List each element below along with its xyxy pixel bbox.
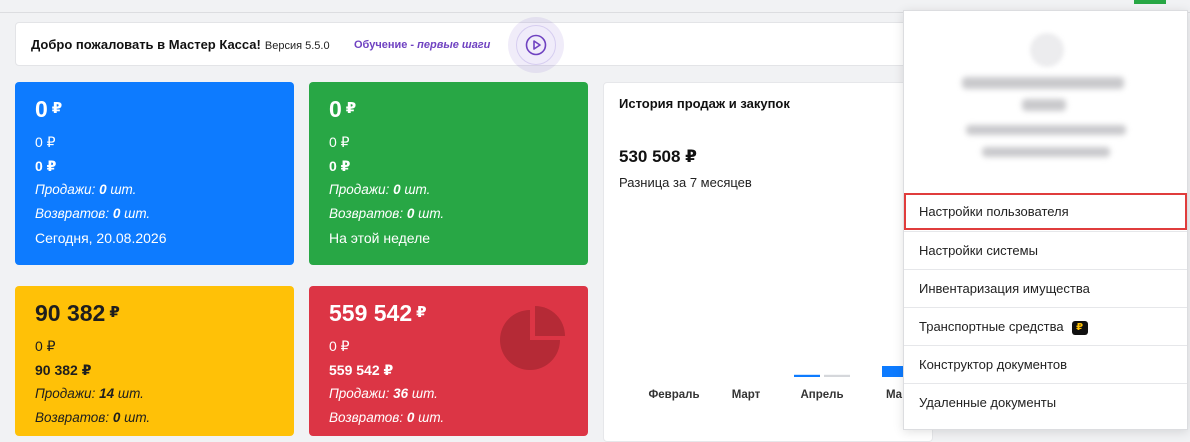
chart-subtitle: Разница за 7 месяцев <box>619 175 752 190</box>
chart-plot: Февраль Март Апрель Ма <box>648 366 908 401</box>
menu-item-vehicles[interactable]: Транспортные средства ₽ <box>904 307 1187 344</box>
stat-card-total[interactable]: 559 542 ₽ 0 ₽ 559 542 ₽ Продажи: 36 шт. В… <box>309 286 588 436</box>
menu-item-system-settings[interactable]: Настройки системы <box>904 231 1187 268</box>
card-period: На этой неделе <box>329 230 431 246</box>
sales-count: Продажи: 0 шт. <box>329 182 431 197</box>
stat-card-today[interactable]: 0 ₽ 0 ₽ 0 ₽ Продажи: 0 шт. Возвратов: 0 ш… <box>15 82 294 265</box>
card-amount: 0 <box>329 96 342 122</box>
chart-bar <box>794 374 820 377</box>
chart-bar <box>824 374 850 377</box>
version-label: Версия 5.5.0 <box>264 40 330 52</box>
card-line: 0 ₽ <box>35 338 56 354</box>
card-amount: 0 <box>35 96 48 122</box>
welcome-bar: Добро пожаловать в Мастер Касса! Версия 5… <box>15 17 935 73</box>
card-line: 0 ₽ <box>35 134 56 150</box>
returns-count: Возвратов: 0 шт. <box>329 410 445 425</box>
x-tick-label: Март <box>732 389 761 401</box>
sales-history-chart: История продаж и закупок 530 508 ₽ Разни… <box>603 82 933 442</box>
user-avatar <box>1030 33 1064 67</box>
menu-item-inventory[interactable]: Инвентаризация имущества <box>904 269 1187 306</box>
returns-count: Возвратов: 0 шт. <box>329 206 445 221</box>
sales-count: Продажи: 14 шт. <box>35 386 144 401</box>
blurred-user-info <box>982 147 1110 157</box>
menu-item-deleted-docs[interactable]: Удаленные документы <box>904 383 1187 420</box>
card-line-bold: 0 ₽ <box>329 158 351 174</box>
pie-chart-icon <box>500 306 565 370</box>
blurred-user-name <box>962 77 1124 89</box>
card-period: Сегодня, 20.08.2026 <box>35 230 167 246</box>
sales-count: Продажи: 36 шт. <box>329 386 438 401</box>
card-amount: 559 542 <box>329 300 413 326</box>
x-tick-label: Апрель <box>800 389 843 401</box>
menu-item-user-settings[interactable]: Настройки пользователя <box>904 193 1187 230</box>
welcome-title: Добро пожаловать в Мастер Касса! Версия 5… <box>31 37 330 52</box>
chart-title: История продаж и закупок <box>619 96 790 111</box>
card-line-bold: 90 382 ₽ <box>35 362 92 378</box>
user-menu-toggle[interactable] <box>1134 0 1166 4</box>
card-line: 0 ₽ <box>329 338 350 354</box>
stat-card-month[interactable]: 90 382 ₽ 0 ₽ 90 382 ₽ Продажи: 14 шт. Воз… <box>15 286 294 436</box>
x-tick-label: Ма <box>886 389 903 401</box>
returns-count: Возвратов: 0 шт. <box>35 206 151 221</box>
card-line: 0 ₽ <box>329 134 350 150</box>
blurred-user-role <box>1022 99 1066 111</box>
blurred-user-email <box>966 125 1126 135</box>
user-dropdown-menu: Настройки пользователя Настройки системы… <box>903 10 1188 430</box>
returns-count: Возвратов: 0 шт. <box>35 410 151 425</box>
play-tutorial[interactable] <box>508 17 564 73</box>
tutorial-link[interactable]: Обучение - первые шаги <box>354 39 490 51</box>
stat-card-week[interactable]: 0 ₽ 0 ₽ 0 ₽ Продажи: 0 шт. Возвратов: 0 ш… <box>309 82 588 265</box>
x-tick-label: Февраль <box>648 389 699 401</box>
sales-count: Продажи: 0 шт. <box>35 182 137 197</box>
card-amount: 90 382 <box>35 300 106 326</box>
play-icon <box>525 34 547 56</box>
chart-total: 530 508 ₽ <box>619 147 698 166</box>
play-button[interactable] <box>516 25 556 65</box>
menu-item-doc-builder[interactable]: Конструктор документов <box>904 345 1187 382</box>
card-line-bold: 0 ₽ <box>35 158 57 174</box>
ruble-badge-icon: ₽ <box>1071 321 1088 335</box>
card-line-bold: 559 542 ₽ <box>329 362 394 378</box>
